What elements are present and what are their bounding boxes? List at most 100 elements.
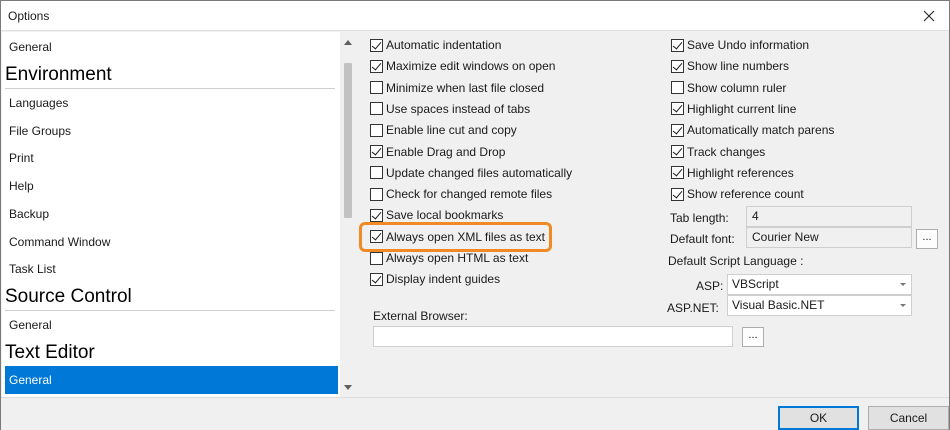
default-font-input[interactable]: Courier New — [746, 227, 912, 248]
default-font-browse-button[interactable]: ... — [916, 229, 938, 249]
window-title: Options — [8, 9, 50, 23]
options-pane: Automatic indentation Maximize edit windo… — [357, 32, 949, 397]
close-icon — [923, 10, 935, 22]
checkbox-checked[interactable] — [370, 272, 383, 286]
external-browser-browse-button[interactable]: ... — [742, 327, 764, 347]
checkbox-unchecked[interactable] — [370, 81, 383, 95]
option-label: Use spaces instead of tabs — [386, 101, 531, 116]
option-checkbox-row[interactable]: Maximize edit windows on open — [370, 56, 555, 76]
tree-category-heading: Source Control — [5, 284, 335, 311]
option-checkbox-row[interactable]: Enable line cut and copy — [370, 120, 517, 140]
option-checkbox-row[interactable]: Show line numbers — [671, 56, 789, 76]
option-checkbox-row[interactable]: Use spaces instead of tabs — [370, 99, 530, 119]
tree-item[interactable]: General — [5, 311, 338, 339]
checkbox-unchecked[interactable] — [370, 187, 383, 201]
asp-language-value: VBScript — [732, 277, 779, 291]
aspnet-label: ASP.NET: — [667, 301, 719, 315]
checkbox-checked[interactable] — [671, 102, 684, 116]
option-label: Show column ruler — [687, 80, 787, 95]
aspnet-language-value: Visual Basic.NET — [732, 298, 825, 312]
option-label: Always open HTML as text — [386, 251, 529, 265]
option-checkbox-row[interactable]: Enable Drag and Drop — [370, 142, 505, 162]
option-label: Minimize when last file closed — [386, 80, 545, 95]
option-label: Update changed files automatically — [386, 165, 573, 180]
checkbox-checked[interactable] — [370, 208, 383, 222]
tree-item[interactable]: Help — [5, 172, 338, 200]
option-checkbox-row[interactable]: Show column ruler — [671, 78, 786, 98]
annotation-highlight — [359, 222, 552, 252]
tab-length-input[interactable]: 4 — [746, 206, 912, 227]
option-label: Save local bookmarks — [386, 208, 504, 223]
checkbox-unchecked[interactable] — [370, 166, 383, 180]
tree-category-heading: Environment — [5, 62, 335, 89]
tree-scrollbar[interactable] — [340, 32, 356, 397]
option-label: Maximize edit windows on open — [386, 59, 556, 74]
chevron-down-icon — [900, 304, 906, 307]
option-label: Enable Drag and Drop — [386, 144, 506, 159]
checkbox-checked[interactable] — [671, 187, 684, 201]
checkbox-checked[interactable] — [671, 123, 684, 137]
tree-item[interactable]: Print — [5, 144, 338, 172]
option-checkbox-row[interactable]: Display indent guides — [370, 269, 500, 289]
option-checkbox-row[interactable]: Track changes — [671, 142, 765, 162]
checkbox-checked[interactable] — [671, 145, 684, 158]
option-label: Show line numbers — [687, 59, 790, 74]
option-checkbox-row[interactable]: Update changed files automatically — [370, 163, 572, 183]
tab-length-label: Tab length: — [670, 211, 729, 225]
asp-language-select[interactable]: VBScript — [727, 274, 912, 295]
tree-item[interactable]: Backup — [5, 200, 338, 228]
external-browser-label: External Browser: — [373, 309, 468, 323]
checkbox-checked[interactable] — [370, 59, 383, 73]
tree-item[interactable]: General — [5, 33, 338, 61]
button-bar: OK Cancel — [1, 397, 949, 430]
checkbox-unchecked[interactable] — [370, 123, 383, 137]
option-checkbox-row[interactable]: Highlight current line — [671, 99, 796, 119]
category-tree: General Environment Languages File Groups Pr… — [2, 32, 356, 397]
option-label: Save Undo information — [687, 38, 810, 52]
option-label: Highlight current line — [687, 101, 797, 116]
checkbox-checked[interactable] — [370, 145, 383, 158]
checkbox-checked[interactable] — [671, 59, 684, 73]
triangle-down-icon — [344, 384, 352, 390]
checkbox-unchecked[interactable] — [370, 251, 383, 265]
option-checkbox-row[interactable]: Highlight references — [671, 163, 794, 183]
tree-item[interactable]: General — [5, 366, 338, 394]
tree-item[interactable]: File Groups — [5, 117, 338, 145]
checkbox-checked[interactable] — [671, 38, 684, 52]
checkbox-unchecked[interactable] — [370, 102, 383, 116]
default-script-language-label: Default Script Language : — [668, 254, 804, 268]
checkbox-unchecked[interactable] — [671, 81, 684, 95]
tree-list: General Environment Languages File Groups Pr… — [2, 32, 340, 397]
scroll-up-button[interactable] — [340, 34, 356, 50]
close-button[interactable] — [909, 1, 949, 31]
option-label: Enable line cut and copy — [386, 123, 517, 138]
scroll-thumb[interactable] — [344, 63, 352, 218]
option-label: Highlight references — [687, 165, 794, 180]
triangle-up-icon — [344, 39, 352, 45]
option-label: Check for changed remote files — [386, 187, 553, 202]
checkbox-checked[interactable] — [671, 166, 684, 180]
cancel-button[interactable]: Cancel — [868, 406, 949, 430]
option-label: Automatically match parens — [687, 123, 835, 138]
option-checkbox-row[interactable]: Automatic indentation — [370, 35, 501, 55]
asp-label: ASP: — [696, 279, 724, 293]
option-label: Track changes — [687, 144, 766, 159]
checkbox-checked[interactable] — [370, 38, 383, 52]
option-checkbox-row[interactable]: Minimize when last file closed — [370, 78, 544, 98]
option-checkbox-row[interactable]: Save Undo information — [671, 35, 809, 55]
ok-button[interactable]: OK — [778, 406, 859, 430]
option-checkbox-row[interactable]: Check for changed remote files — [370, 184, 552, 204]
chevron-down-icon — [900, 283, 906, 286]
options-dialog: Options General Environment Languages File … — [0, 0, 950, 430]
option-label: Display indent guides — [386, 272, 501, 287]
option-checkbox-row[interactable]: Automatically match parens — [671, 120, 834, 140]
option-checkbox-row[interactable]: Show reference count — [671, 184, 804, 204]
tree-item[interactable]: Languages — [5, 89, 338, 117]
option-label: Automatic indentation — [386, 38, 502, 52]
scroll-down-button[interactable] — [340, 379, 356, 395]
aspnet-language-select[interactable]: Visual Basic.NET — [727, 295, 912, 316]
tree-item[interactable]: Command Window — [5, 228, 338, 256]
external-browser-input[interactable] — [373, 326, 733, 347]
tree-item[interactable]: Task List — [5, 255, 338, 283]
title-bar: Options — [1, 1, 949, 31]
